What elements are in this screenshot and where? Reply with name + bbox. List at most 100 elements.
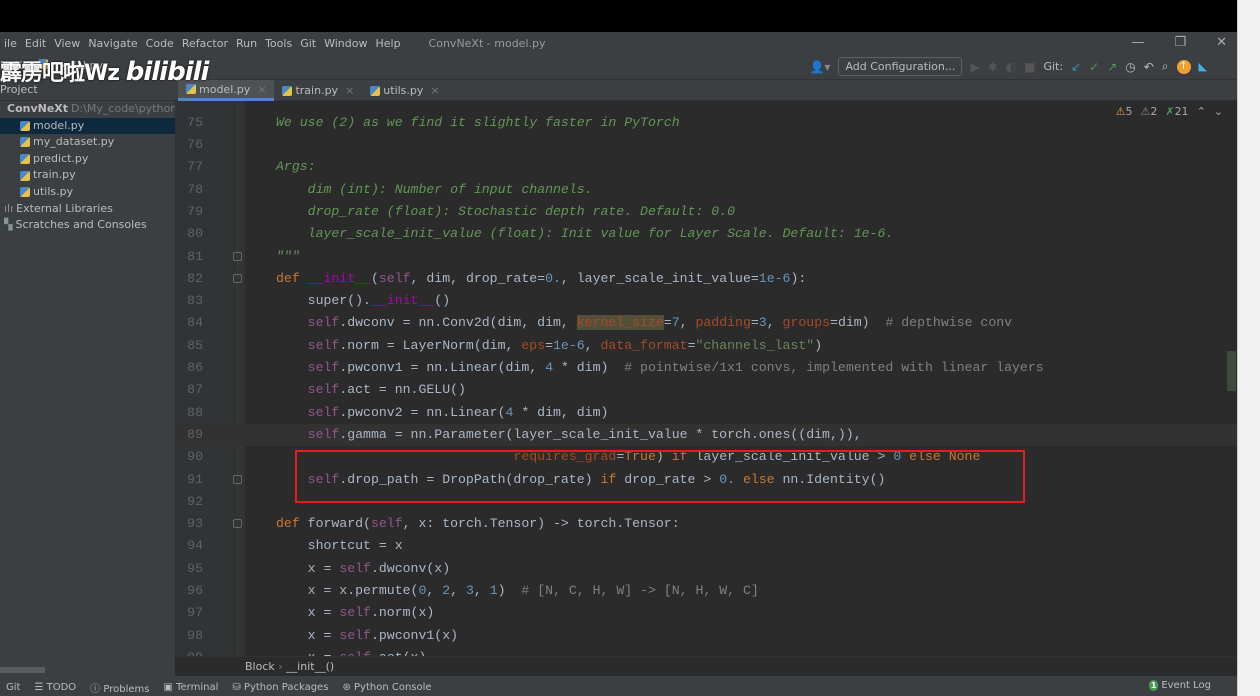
close-tab-icon[interactable]: × xyxy=(257,83,266,96)
menu-item-ile[interactable]: ile xyxy=(0,37,21,50)
scratches-icon: ▚ xyxy=(4,218,13,232)
warning-count[interactable]: ⚠5 xyxy=(1116,105,1133,118)
search-icon[interactable]: ⌕ xyxy=(1162,59,1169,74)
code-token: * dim, dim) xyxy=(513,404,609,420)
menu-item-view[interactable]: View xyxy=(50,37,84,50)
project-item-label: my_dataset.py xyxy=(33,135,115,149)
run-icon[interactable]: ▶ xyxy=(970,60,979,74)
typo-icon: ✗ xyxy=(1165,105,1175,118)
code-token: * dim) xyxy=(553,360,625,375)
project-item[interactable]: predict.py xyxy=(0,151,175,168)
toolwindow-terminal[interactable]: ▣ Terminal xyxy=(163,682,218,693)
inspection-widget[interactable]: ⚠5 ⚠2 ✗21 ⌃ ⌄ xyxy=(1116,105,1223,118)
toolwindow-problems[interactable]: ⓘ Problems xyxy=(90,680,149,695)
toolwindow-python-packages[interactable]: ⛁ Python Packages xyxy=(232,682,328,693)
menu-item-code[interactable]: Code xyxy=(142,37,178,50)
restore-button[interactable]: ❐ xyxy=(1174,35,1186,50)
event-log-button[interactable]: 1 Event Log xyxy=(1149,680,1211,691)
close-tab-icon[interactable]: × xyxy=(430,84,439,97)
menu-item-navigate[interactable]: Navigate xyxy=(84,37,141,50)
weak-warning-count[interactable]: ⚠2 xyxy=(1140,105,1157,118)
code-text: def __init__(self, dim, drop_rate=0., la… xyxy=(276,268,806,290)
code-token: 7 xyxy=(671,315,680,331)
next-highlight-button[interactable]: ⌄ xyxy=(1214,105,1223,118)
python-file-icon xyxy=(370,85,381,96)
code-token: x = xyxy=(276,560,340,576)
fold-marker-icon[interactable] xyxy=(233,519,242,529)
previous-highlight-button[interactable]: ⌃ xyxy=(1197,105,1206,118)
line-number: 79 xyxy=(187,203,203,219)
toolwindow-python-console[interactable]: ⊛ Python Console xyxy=(342,682,431,693)
project-item-label: Scratches and Consoles xyxy=(15,218,147,232)
menu-item-help[interactable]: Help xyxy=(371,37,404,50)
menu-item-refactor[interactable]: Refactor xyxy=(178,37,232,50)
code-text: self.pwconv1 = nn.Linear(dim, 4 * dim) #… xyxy=(276,357,1044,379)
project-item[interactable]: utils.py xyxy=(0,184,175,201)
code-token: .gamma = nn.Parameter(layer_scale_init_v… xyxy=(339,426,862,442)
code-token: x = xyxy=(276,605,340,621)
line-number: 75 xyxy=(187,114,203,130)
tab-train-py[interactable]: train.py × xyxy=(274,80,362,101)
menu-item-edit[interactable]: Edit xyxy=(21,37,50,50)
code-breadcrumb: Block › __init__() xyxy=(175,656,1237,676)
project-item[interactable]: model.py xyxy=(0,117,175,135)
code-line: 83 super().__init__() xyxy=(175,290,1237,312)
code-token: 1e-6 xyxy=(758,270,791,286)
terminal-icon: ▣ xyxy=(163,681,177,693)
code-token: =dim) xyxy=(830,315,886,331)
close-button[interactable]: ✕ xyxy=(1216,35,1227,50)
toolwindow-todo[interactable]: ☰ TODO xyxy=(34,682,76,693)
add-configuration-button[interactable]: Add Configuration... xyxy=(838,57,963,76)
fold-marker-icon[interactable] xyxy=(233,251,242,261)
close-tab-icon[interactable]: × xyxy=(345,84,354,97)
project-item[interactable]: ▚ Scratches and Consoles xyxy=(0,217,175,234)
menu-item-tools[interactable]: Tools xyxy=(261,37,296,50)
code-token: 1 xyxy=(489,583,498,598)
git-commit-icon[interactable]: ✓ xyxy=(1089,60,1099,74)
code-token: Args: xyxy=(276,159,316,175)
editor-scrollbar[interactable] xyxy=(1225,101,1237,673)
minimize-button[interactable]: — xyxy=(1131,35,1144,50)
plugin-icon[interactable]: ◣ xyxy=(1199,60,1207,73)
code-token: We use (2) as we find it slightly faster… xyxy=(276,114,680,130)
project-item[interactable]: ılı External Libraries xyxy=(0,201,175,218)
code-line: 80 layer_scale_init_value (float): Init … xyxy=(175,223,1237,245)
debug-icon[interactable]: ✱ xyxy=(988,60,998,74)
user-icon[interactable]: 👤▾ xyxy=(809,60,830,74)
git-update-icon[interactable]: ↙ xyxy=(1071,60,1081,74)
typo-count[interactable]: ✗21 xyxy=(1165,105,1188,118)
code-text: layer_scale_init_value (float): Init val… xyxy=(276,223,894,245)
project-item-label: utils.py xyxy=(33,184,74,198)
rollback-icon[interactable]: ↶ xyxy=(1144,60,1154,74)
tool-window-bar: Git ☰ TODO ⓘ Problems ▣ Terminal ⛁ Python Pa… xyxy=(0,678,1237,696)
background-window xyxy=(1237,0,1260,696)
crumb-method[interactable]: __init__() xyxy=(286,660,334,673)
coverage-icon[interactable]: ◐ xyxy=(1006,60,1016,74)
project-item-label: ConvNeXt xyxy=(7,102,69,115)
menu-item-git[interactable]: Git xyxy=(296,37,320,50)
code-token: 0. xyxy=(545,270,561,286)
code-text: drop_rate (float): Stochastic depth rate… xyxy=(276,201,735,223)
stop-icon[interactable]: ■ xyxy=(1024,60,1035,74)
code-editor[interactable]: 75 We use (2) as we find it slightly fast… xyxy=(175,101,1237,673)
update-icon[interactable]: ↑ xyxy=(1176,59,1191,74)
code-token: __init__ xyxy=(370,293,435,309)
project-item[interactable]: my_dataset.py xyxy=(0,134,175,151)
git-push-icon[interactable]: ↗ xyxy=(1107,60,1117,74)
tab-utils-py[interactable]: utils.py × xyxy=(362,80,447,101)
project-scrollbar[interactable] xyxy=(0,667,45,673)
menu-item-run[interactable]: Run xyxy=(232,37,261,50)
crumb-class[interactable]: Block xyxy=(245,660,275,673)
history-icon[interactable]: ◷ xyxy=(1125,60,1135,74)
line-number: 85 xyxy=(187,337,203,353)
project-item[interactable]: train.py xyxy=(0,167,175,184)
fold-marker-icon[interactable] xyxy=(233,474,242,484)
code-line: 93 def forward(self, x: torch.Tensor) -> … xyxy=(175,513,1237,535)
code-line: 81 """ xyxy=(175,246,1237,268)
fold-marker-icon[interactable] xyxy=(233,273,242,283)
menu-item-window[interactable]: Window xyxy=(320,37,371,50)
toolwindow-git[interactable]: Git xyxy=(6,682,20,693)
project-item[interactable]: ConvNeXt D:\My_code\pythonP xyxy=(0,101,184,118)
